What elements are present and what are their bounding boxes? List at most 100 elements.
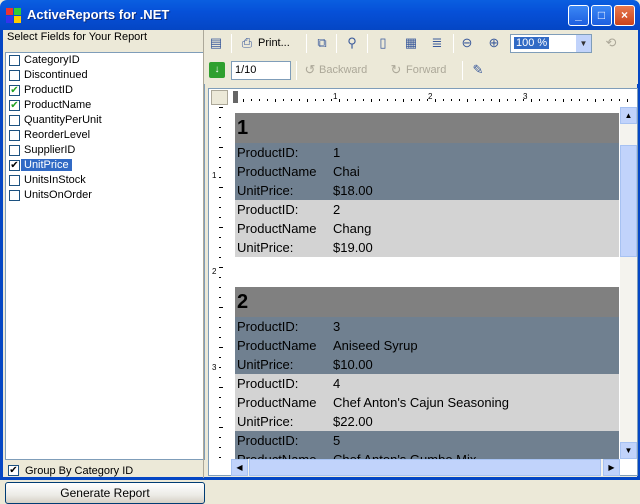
app-icon [6, 8, 22, 24]
horizontal-scrollbar[interactable]: ◀ ▶ [231, 459, 620, 476]
page-input[interactable]: 1/10 [231, 61, 291, 80]
field-list[interactable]: CategoryID Discontinued ✔ ProductID ✔ Product… [5, 52, 205, 460]
field-value: 5 [333, 433, 341, 448]
page-down-icon[interactable]: ↓ [209, 62, 225, 78]
annotation-icon[interactable]: ✎ [470, 62, 486, 78]
checkbox-icon[interactable]: ✔ [9, 160, 20, 171]
ruler-tick [219, 297, 221, 298]
ruler-tick [219, 217, 221, 218]
field-caption: UnitPrice: [237, 183, 294, 198]
report-row: ProductID: 3 [235, 317, 619, 336]
checkbox-icon[interactable] [9, 70, 20, 81]
field-item[interactable]: ✔ UnitPrice [6, 158, 204, 173]
ruler-label: 2 [428, 92, 433, 101]
field-item[interactable]: SupplierID [6, 143, 204, 158]
field-value: 4 [333, 376, 341, 391]
field-item[interactable]: ReorderLevel [6, 128, 204, 143]
checkbox-icon[interactable] [9, 175, 20, 186]
continuous-icon[interactable]: ≣ [429, 35, 445, 51]
ruler-tick [219, 397, 221, 398]
report-row: ProductName Chang [235, 219, 619, 238]
ruler-tick [603, 99, 604, 101]
ruler-tick [219, 207, 221, 208]
ruler-tick [219, 127, 221, 128]
field-caption: ProductName [237, 221, 317, 236]
checkbox-icon[interactable]: ✔ [8, 465, 19, 476]
ruler-tick [275, 99, 276, 102]
ruler-tick [219, 187, 223, 188]
chevron-down-icon[interactable]: ▼ [576, 35, 591, 52]
field-item[interactable]: Discontinued [6, 68, 204, 83]
ruler-tick [219, 177, 221, 178]
ruler-marker[interactable] [233, 91, 238, 103]
field-item[interactable]: ✔ ProductID [6, 83, 204, 98]
field-item[interactable]: UnitsInStock [6, 173, 204, 188]
checkbox-icon[interactable]: ✔ [9, 85, 20, 96]
ruler-tick [475, 99, 476, 101]
ruler-label: 1 [333, 92, 338, 101]
ruler-tick [267, 99, 268, 101]
find-icon[interactable]: ⚲ [344, 35, 360, 51]
group-gap [235, 257, 619, 287]
ruler-tick [555, 99, 556, 101]
field-item[interactable]: CategoryID [6, 53, 204, 68]
checkbox-icon[interactable]: ✔ [9, 100, 20, 111]
field-value: $18.00 [333, 183, 373, 198]
vertical-scrollbar[interactable]: ▲ ▼ [620, 107, 637, 459]
checkbox-icon[interactable] [9, 145, 20, 156]
ruler-tick [243, 99, 244, 102]
minimize-button[interactable]: _ [568, 5, 589, 26]
group-by-checkbox[interactable]: ✔ Group By Category ID [5, 462, 205, 480]
single-page-icon[interactable]: ▯ [375, 35, 391, 51]
backward-button: Backward [319, 64, 368, 76]
print-icon[interactable]: ⎙ [239, 35, 255, 51]
scroll-down-arrow[interactable]: ▼ [620, 442, 637, 459]
zoom-out-icon[interactable]: ⊖ [459, 35, 475, 51]
ruler-tick [219, 367, 221, 368]
multi-page-icon[interactable]: ▦ [403, 35, 419, 51]
report-row: ProductName Chai [235, 162, 619, 181]
ruler-tick [539, 99, 540, 101]
ruler-tick [219, 447, 221, 448]
ruler-tick [283, 99, 284, 101]
report-row: ProductName Chef Anton's Gumbo Mix [235, 450, 619, 459]
copy-icon[interactable]: ⧉ [314, 35, 330, 51]
checkbox-icon[interactable] [9, 190, 20, 201]
zoom-in-icon[interactable]: ⊕ [486, 35, 502, 51]
ruler-tick [403, 99, 404, 102]
report-viewer[interactable]: 1 2 3 1 2 3 1 ProductID: 1 ProductName Chai UnitP… [208, 88, 638, 476]
ruler-tick [219, 317, 221, 318]
print-button[interactable]: Print... [258, 37, 290, 49]
checkbox-icon[interactable] [9, 115, 20, 126]
ruler-tick [315, 99, 316, 101]
ruler-tick [219, 387, 223, 388]
report-row: ProductName Chef Anton's Cajun Seasoning [235, 393, 619, 412]
scroll-up-arrow[interactable]: ▲ [620, 107, 637, 124]
field-item[interactable]: ✔ ProductName [6, 98, 204, 113]
field-item[interactable]: QuantityPerUnit [6, 113, 204, 128]
ruler-tick [443, 99, 444, 101]
toc-icon[interactable]: ▤ [208, 35, 224, 51]
fields-label: Select Fields for Your Report [7, 31, 148, 43]
scroll-right-arrow[interactable]: ▶ [603, 459, 620, 476]
h-scroll-thumb[interactable] [249, 459, 601, 476]
ruler-tick [219, 147, 223, 148]
ruler-tick [499, 99, 500, 102]
scroll-thumb[interactable] [620, 145, 637, 257]
field-caption: ProductName [237, 450, 316, 459]
zoom-select[interactable]: 100 % ▼ [510, 34, 592, 53]
report-row: ProductID: 1 [235, 143, 619, 162]
report-row: UnitPrice: $18.00 [235, 181, 619, 200]
close-button[interactable]: × [614, 5, 635, 26]
ruler-tick [363, 99, 364, 101]
checkbox-icon[interactable] [9, 130, 20, 141]
maximize-button[interactable]: □ [591, 5, 612, 26]
field-caption: ProductID: [237, 145, 299, 160]
checkbox-icon[interactable] [9, 55, 20, 66]
scroll-left-arrow[interactable]: ◀ [231, 459, 248, 476]
toolbar-nav: ↓ 1/10 ↺ Backward ↻ Forward ✎ [204, 57, 638, 84]
ruler-tick [515, 99, 516, 101]
field-item[interactable]: UnitsOnOrder [6, 188, 204, 203]
report-row: ProductID: 2 [235, 200, 619, 219]
generate-report-button[interactable]: Generate Report [5, 482, 205, 504]
